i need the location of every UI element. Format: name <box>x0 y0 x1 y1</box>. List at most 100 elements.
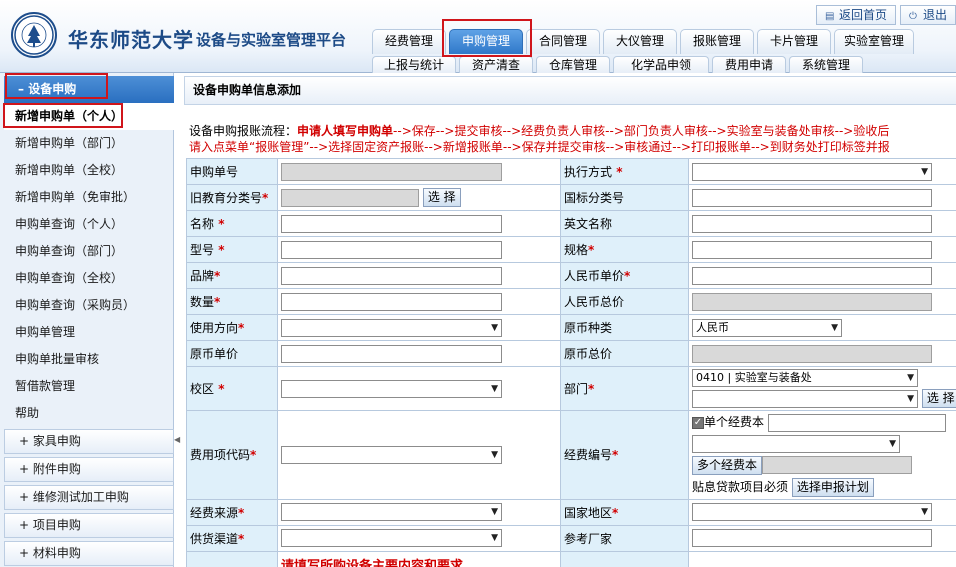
label-campus: 校区 * <box>186 366 278 411</box>
expand-plus-icon: + <box>19 518 30 532</box>
tab-contract-management[interactable]: 合同管理 <box>526 29 600 54</box>
collapse-minus-icon: – <box>18 82 29 96</box>
tab-fund-management[interactable]: 经费管理 <box>372 29 446 54</box>
label-expense-code: 费用项代码* <box>186 410 278 500</box>
page-title: 设备申购单信息添加 <box>184 76 956 105</box>
logo-emblem-icon <box>14 15 54 55</box>
sidebar-group-furniture[interactable]: + 家具申购 <box>4 429 174 454</box>
power-icon: ⏻ <box>908 11 917 22</box>
orig-unit-price-input[interactable] <box>281 344 502 363</box>
sidebar-item-new-order-school[interactable]: 新增申购单（全校） <box>4 157 174 184</box>
sidebar-item-query-department[interactable]: 申购单查询（部门） <box>4 238 174 265</box>
usage-direction-select[interactable]: ▼ <box>281 318 502 337</box>
sub-department-select[interactable]: ▼ <box>692 389 918 408</box>
department-select-button[interactable]: 选 择 <box>921 389 956 408</box>
spec-input[interactable] <box>692 240 932 259</box>
expense-code-select[interactable]: ▼ <box>281 445 502 464</box>
workflow-line-2: 请入点菜单“报账管理”-->选择固定资产报账-->新增报账单-->保存并提交审核… <box>189 140 890 154</box>
tab-reimbursement-management[interactable]: 报账管理 <box>680 29 754 54</box>
logout-link[interactable]: ⏻ 退出 <box>899 5 956 25</box>
quantity-input[interactable] <box>281 292 502 311</box>
model-input[interactable] <box>281 240 502 259</box>
label-old-edu-class: 旧教育分类号* <box>186 184 278 211</box>
sidebar-item-loan-management[interactable]: 暂借款管理 <box>4 373 174 400</box>
sidebar-item-new-order-department[interactable]: 新增申购单（部门） <box>4 130 174 157</box>
tab-asset-inventory[interactable]: 资产清查 <box>459 56 533 73</box>
ref-manufacturer-input[interactable] <box>692 529 932 547</box>
supply-channel-select[interactable]: ▼ <box>281 529 502 547</box>
rmb-unit-price-input[interactable] <box>692 266 932 285</box>
label-english-name: 英文名称 <box>560 210 689 237</box>
single-fund-input[interactable] <box>767 413 946 432</box>
sidebar: – 设备申购 新增申购单（个人） 新增申购单（部门） 新增申购单（全校） 新增申… <box>0 73 174 567</box>
university-logo <box>11 12 57 58</box>
chevron-down-icon: ▼ <box>907 373 914 383</box>
label-quantity: 数量* <box>186 288 278 315</box>
tab-instrument-management[interactable]: 大仪管理 <box>603 29 677 54</box>
chevron-down-icon: ▼ <box>491 322 498 333</box>
requirement-note: 请填写所购设备主要内容和要求 <box>281 558 464 567</box>
multi-fund-input <box>762 456 913 474</box>
sidebar-group-accessories[interactable]: + 附件申购 <box>4 457 174 482</box>
main-tabs-row-1: 经费管理 申购管理 合同管理 大仪管理 报账管理 卡片管理 实验室管理 <box>372 29 917 54</box>
sidebar-item-query-personal[interactable]: 申购单查询（个人） <box>4 211 174 238</box>
old-edu-class-select-button[interactable]: 选 择 <box>422 188 461 207</box>
tab-card-management[interactable]: 卡片管理 <box>757 29 831 54</box>
expand-plus-icon: + <box>19 434 30 448</box>
rmb-total-input <box>692 292 932 311</box>
label-brand: 品牌* <box>186 262 278 289</box>
old-edu-class-input <box>281 188 419 207</box>
sidebar-item-new-order-personal[interactable]: 新增申购单（个人） <box>4 103 174 130</box>
chevron-down-icon: ▼ <box>491 533 498 543</box>
label-name: 名称 * <box>186 210 278 237</box>
home-link[interactable]: ▤ 返回首页 <box>815 5 896 25</box>
order-no-input <box>281 162 502 181</box>
expand-plus-icon: + <box>19 490 30 504</box>
sidebar-collapse-arrow-icon[interactable]: ◀ <box>174 430 182 450</box>
tab-system-management[interactable]: 系统管理 <box>789 56 863 73</box>
tab-expense-application[interactable]: 费用申请 <box>712 56 786 73</box>
multi-fund-button[interactable]: 多个经费本 <box>692 455 763 475</box>
country-select[interactable]: ▼ <box>692 503 932 521</box>
sidebar-item-new-order-no-approval[interactable]: 新增申购单（免审批） <box>4 184 174 211</box>
label-order-no: 申购单号 <box>186 158 278 185</box>
chevron-down-icon: ▼ <box>491 383 498 394</box>
orig-currency-select[interactable]: 人民币 ▼ <box>692 318 842 337</box>
label-spec: 规格* <box>560 236 689 263</box>
loan-note: 贴息贷款项目必须 <box>692 479 789 494</box>
tab-warehouse-management[interactable]: 仓库管理 <box>536 56 610 73</box>
chevron-down-icon: ▼ <box>907 393 914 404</box>
single-fund-checkbox[interactable]: ✓ <box>692 416 704 429</box>
label-rmb-unit-price: 人民币单价* <box>560 262 689 289</box>
university-name: 华东师范大学 <box>68 28 194 52</box>
brand-input[interactable] <box>281 266 502 285</box>
sidebar-item-order-management[interactable]: 申购单管理 <box>4 319 174 346</box>
tab-purchase-management[interactable]: 申购管理 <box>449 29 523 54</box>
chevron-down-icon: ▼ <box>491 507 498 517</box>
sidebar-item-query-purchaser[interactable]: 申购单查询（采购员） <box>4 292 174 319</box>
sidebar-item-help[interactable]: 帮助 <box>4 400 174 427</box>
label-model: 型号 * <box>186 236 278 263</box>
national-class-input[interactable] <box>692 188 932 207</box>
sidebar-group-repair-test[interactable]: + 维修测试加工申购 <box>4 485 174 510</box>
single-fund-label: 单个经费本 <box>704 415 765 429</box>
tab-report-statistics[interactable]: 上报与统计 <box>372 56 456 73</box>
department-select[interactable]: 0410 | 实验室与装备处 ▼ <box>692 369 918 387</box>
fund-source-select[interactable]: ▼ <box>281 503 502 521</box>
chevron-down-icon: ▼ <box>491 449 498 460</box>
sidebar-group-project[interactable]: + 项目申购 <box>4 513 174 538</box>
name-input[interactable] <box>281 214 502 233</box>
sidebar-item-query-school[interactable]: 申购单查询（全校） <box>4 265 174 292</box>
sidebar-section-equipment-purchase[interactable]: – 设备申购 <box>4 76 174 103</box>
english-name-input[interactable] <box>692 214 932 233</box>
platform-name: 设备与实验室管理平台 <box>196 31 347 49</box>
tab-lab-management[interactable]: 实验室管理 <box>834 29 914 54</box>
orig-total-input <box>692 344 932 363</box>
select-plan-button[interactable]: 选择申报计划 <box>791 477 874 497</box>
sidebar-item-batch-review[interactable]: 申购单批量审核 <box>4 346 174 373</box>
exec-method-select[interactable]: ▼ <box>692 162 932 181</box>
campus-select[interactable]: ▼ <box>281 379 502 398</box>
sidebar-group-materials[interactable]: + 材料申购 <box>4 541 174 566</box>
tab-chemical-requisition[interactable]: 化学品申领 <box>613 56 709 73</box>
fund-select[interactable]: ▼ <box>692 434 900 453</box>
